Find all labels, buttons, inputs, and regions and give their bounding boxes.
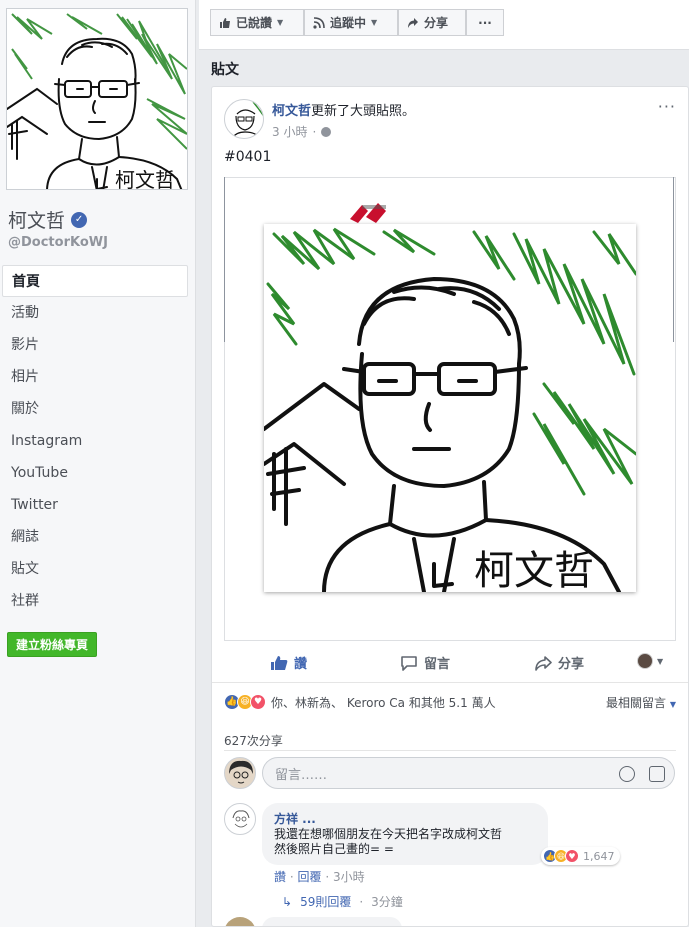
chevron-down-icon: ▼ <box>669 700 676 709</box>
love-reaction-icon: ♥ <box>250 694 266 710</box>
share-page-button[interactable]: 分享 <box>398 9 466 36</box>
cover-border-left <box>224 177 225 342</box>
share-arrow-icon <box>407 17 419 29</box>
left-column: 柯文哲 柯文哲 ✓ @DoctorKoWJ 首頁 活動 影片 相片 關於 Instagra… <box>0 0 196 927</box>
following-button[interactable]: 追蹤中 ▼ <box>304 9 398 36</box>
post-action-text: 更新了大頭貼照。 <box>311 104 416 119</box>
next-commenter-avatar[interactable] <box>224 917 256 926</box>
view-replies-link[interactable]: ↳ 59則回覆 · 3分鐘 <box>282 893 403 910</box>
page-name[interactable]: 柯文哲 ✓ <box>8 206 88 233</box>
comment-actions: 讚 · 回覆 · 3小時 <box>274 868 365 885</box>
share-post-label: 分享 <box>558 657 585 672</box>
comment-reaction-count: 1,647 <box>583 849 615 863</box>
sidebar-item-6[interactable]: YouTube <box>2 457 188 489</box>
replies-count: 59則回覆 <box>300 895 352 909</box>
meta-separator: · <box>312 124 317 139</box>
posts-heading: 貼文 <box>211 62 239 78</box>
share-post-button[interactable]: 分享 <box>534 653 584 672</box>
sidebar-item-2[interactable]: 影片 <box>2 329 188 361</box>
comment-post-label: 留言 <box>424 657 451 672</box>
sidebar-item-10[interactable]: 社群 <box>2 585 188 617</box>
page-action-bar: 已說讚 ▼ 追蹤中 ▼ 分享 ··· <box>199 0 689 50</box>
sidebar-item-4[interactable]: 關於 <box>2 393 188 425</box>
post-action-bar: 讚 留言 分享 ▼ <box>212 643 688 683</box>
self-portrait-drawing: 柯文哲 <box>7 13 187 190</box>
self-portrait-drawing-large: 柯文哲 <box>264 227 636 592</box>
create-page-button[interactable]: 建立粉絲專頁 <box>7 632 98 657</box>
speech-bubble-icon <box>400 655 418 671</box>
post-timestamp[interactable]: 3 小時 <box>272 123 307 140</box>
comment-reply-link[interactable]: 回覆 <box>297 870 321 884</box>
thumbs-up-icon <box>219 17 231 29</box>
more-options-button[interactable]: ··· <box>466 9 504 36</box>
rss-feed-icon <box>313 16 325 29</box>
like-post-button[interactable]: 讚 <box>270 653 307 672</box>
post-options-button[interactable]: ··· <box>658 97 676 116</box>
chevron-down-icon: ▼ <box>277 18 284 27</box>
chevron-down-icon: ▼ <box>371 18 378 27</box>
comment-author[interactable]: 方祥 ... <box>274 810 536 827</box>
reactions-names[interactable]: 你、林新為、 Keroro Ca 和其他 5.1 萬人 <box>271 694 496 711</box>
divider <box>224 750 676 751</box>
separator: · <box>325 870 333 884</box>
current-user-avatar <box>637 653 653 669</box>
liked-button[interactable]: 已說讚 ▼ <box>210 9 304 36</box>
comment-sort-dropdown[interactable]: 最相關留言 ▼ <box>606 694 676 711</box>
share-page-label: 分享 <box>424 16 449 30</box>
post-header: 柯文哲更新了大頭貼照。 <box>272 100 415 119</box>
post-card: 柯文哲更新了大頭貼照。 3 小時 · ··· #0401 柯文哲 讚 留言 分享… <box>211 86 689 927</box>
sticker-icon[interactable] <box>649 766 665 782</box>
my-avatar <box>224 757 256 789</box>
post-author-link[interactable]: 柯文哲 <box>272 104 311 119</box>
comment-post-button[interactable]: 留言 <box>400 653 450 672</box>
like-post-label: 讚 <box>294 657 308 672</box>
replies-timestamp: 3分鐘 <box>371 895 403 909</box>
comment-input[interactable]: 留言…… <box>262 757 675 789</box>
post-as-selector[interactable]: ▼ <box>637 653 663 669</box>
partial-logo-icon <box>346 199 406 225</box>
page-nav: 首頁 活動 影片 相片 關於 Instagram YouTube Twitter 網誌 貼文 社群 <box>2 265 188 617</box>
thumbs-up-icon <box>270 655 288 671</box>
comment-sort-label: 最相關留言 <box>606 696 667 710</box>
reply-arrow-icon: ↳ <box>282 894 293 909</box>
profile-picture[interactable]: 柯文哲 <box>6 8 188 190</box>
sidebar-item-7[interactable]: Twitter <box>2 489 188 521</box>
comment-placeholder: 留言…… <box>275 767 328 783</box>
more-dots-icon: ··· <box>478 15 492 30</box>
sidebar-item-0[interactable]: 首頁 <box>2 265 188 297</box>
page-name-text[interactable]: 柯文哲 <box>8 206 65 233</box>
post-author-avatar[interactable] <box>224 99 264 139</box>
liked-button-label: 已說讚 <box>236 16 273 30</box>
comment-bubble: 方祥 ... 我還在想哪個朋友在今天把名字改成柯文哲 然後照片自己畫的= = <box>262 803 548 865</box>
reactions-summary[interactable]: 👍 😆 ♥ 你、林新為、 Keroro Ca 和其他 5.1 萬人 最相關留言 … <box>224 692 676 712</box>
emoji-icon[interactable] <box>619 766 635 782</box>
page-handle[interactable]: @DoctorKoWJ <box>8 235 108 250</box>
sidebar-item-3[interactable]: 相片 <box>2 361 188 393</box>
sidebar-item-1[interactable]: 活動 <box>2 297 188 329</box>
commenter-avatar[interactable] <box>224 803 256 835</box>
post-meta: 3 小時 · <box>272 123 332 140</box>
svg-text:柯文哲: 柯文哲 <box>474 548 594 592</box>
svg-text:柯文哲: 柯文哲 <box>115 168 175 190</box>
separator: · <box>359 894 364 909</box>
comment-reactions[interactable]: 👍 😆 ♥ 1,647 <box>541 847 620 865</box>
sidebar-item-5[interactable]: Instagram <box>2 425 188 457</box>
shares-count[interactable]: 627次分享 <box>224 732 283 749</box>
profile-picture-large[interactable]: 柯文哲 <box>264 224 636 592</box>
chevron-down-icon: ▼ <box>657 656 664 666</box>
post-text: #0401 <box>224 149 272 165</box>
love-reaction-icon: ♥ <box>565 849 579 863</box>
share-arrow-icon <box>534 655 552 671</box>
sidebar-item-9[interactable]: 貼文 <box>2 553 188 585</box>
next-comment-bubble <box>262 917 402 926</box>
cover-border-right <box>673 177 674 342</box>
following-button-label: 追蹤中 <box>330 16 367 30</box>
sidebar-item-8[interactable]: 網誌 <box>2 521 188 553</box>
comment-timestamp[interactable]: 3小時 <box>333 870 365 884</box>
comment-text: 我還在想哪個朋友在今天把名字改成柯文哲 然後照片自己畫的= = <box>274 827 503 856</box>
verified-badge-icon: ✓ <box>71 211 88 228</box>
globe-icon <box>321 126 332 137</box>
comment-like-link[interactable]: 讚 <box>274 870 286 884</box>
